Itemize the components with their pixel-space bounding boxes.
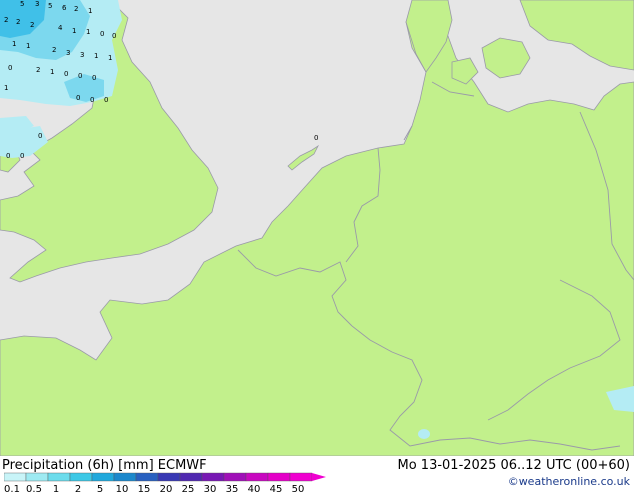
precip-label: 1 [94,52,98,60]
precip-label: 6 [62,4,67,12]
precip-label: 2 [36,66,40,74]
precip-label: 0 [38,132,42,140]
credit-text: ©weatheronline.co.uk [507,475,630,488]
color-scale-swatch [157,472,181,482]
precipitation-map: 5 3 5 6 2 1 2 2 2 4 1 1 0 0 1 1 2 3 3 1 … [0,0,634,456]
precip-label: 2 [4,16,8,24]
precip-label: 0 [104,96,108,104]
precip-label: 0 [20,152,24,160]
precip-label: 3 [80,51,84,59]
precip-label: 1 [88,7,92,15]
color-scale-swatch [91,472,115,482]
precip-label: 0 [78,72,82,80]
precip-label: 2 [16,18,20,26]
color-scale-swatch [223,472,247,482]
precip-label: 1 [72,27,76,35]
precip-label: 5 [48,2,52,10]
color-scale-swatch [47,472,71,482]
precip-label: 3 [66,49,70,57]
precip-label: 2 [52,46,56,54]
color-scale-swatch [135,472,159,482]
valid-time: Mo 13-01-2025 06..12 UTC (00+60) [397,458,631,473]
precip-label: 0 [8,64,12,72]
precip-label: 0 [90,96,94,104]
precip-label: 0 [64,70,68,78]
legend-bar: Precipitation (6h) [mm] ECMWF Mo 13-01-2… [0,456,634,495]
precip-label: 1 [50,68,54,76]
precip-label: 0 [6,152,10,160]
precip-label: 4 [58,24,63,32]
color-scale-swatch [113,472,137,482]
color-scale-swatch [267,472,291,482]
precip-label: 0 [100,30,104,38]
color-scale-arrow [312,473,326,481]
precip-label: 0 [92,74,96,82]
precip-label: 1 [108,54,112,62]
precip-label: 2 [30,21,34,29]
precip-label: 0 [314,134,318,142]
color-scale-swatch [201,472,225,482]
precip-label: 1 [86,28,90,36]
precip-label: 1 [4,84,8,92]
color-scale-swatch [4,472,27,482]
color-scale-swatch [245,472,269,482]
precip-label: 3 [35,0,39,8]
precip-label: 2 [74,5,78,13]
precip-label: 1 [26,42,30,50]
color-scale [4,472,326,482]
color-scale-swatch [179,472,203,482]
color-scale-swatch [289,472,313,482]
precip-label: 0 [76,94,80,102]
color-scale-swatch [25,472,49,482]
color-scale-ticks: 0.1 0.5 1 2 5 10 15 20 25 30 35 40 45 50 [0,484,330,496]
color-scale-swatch [69,472,93,482]
precip-label: 1 [12,40,16,48]
precip-label: 0 [112,32,116,40]
precip-label: 5 [20,0,24,8]
precip-area-alps [418,429,430,439]
